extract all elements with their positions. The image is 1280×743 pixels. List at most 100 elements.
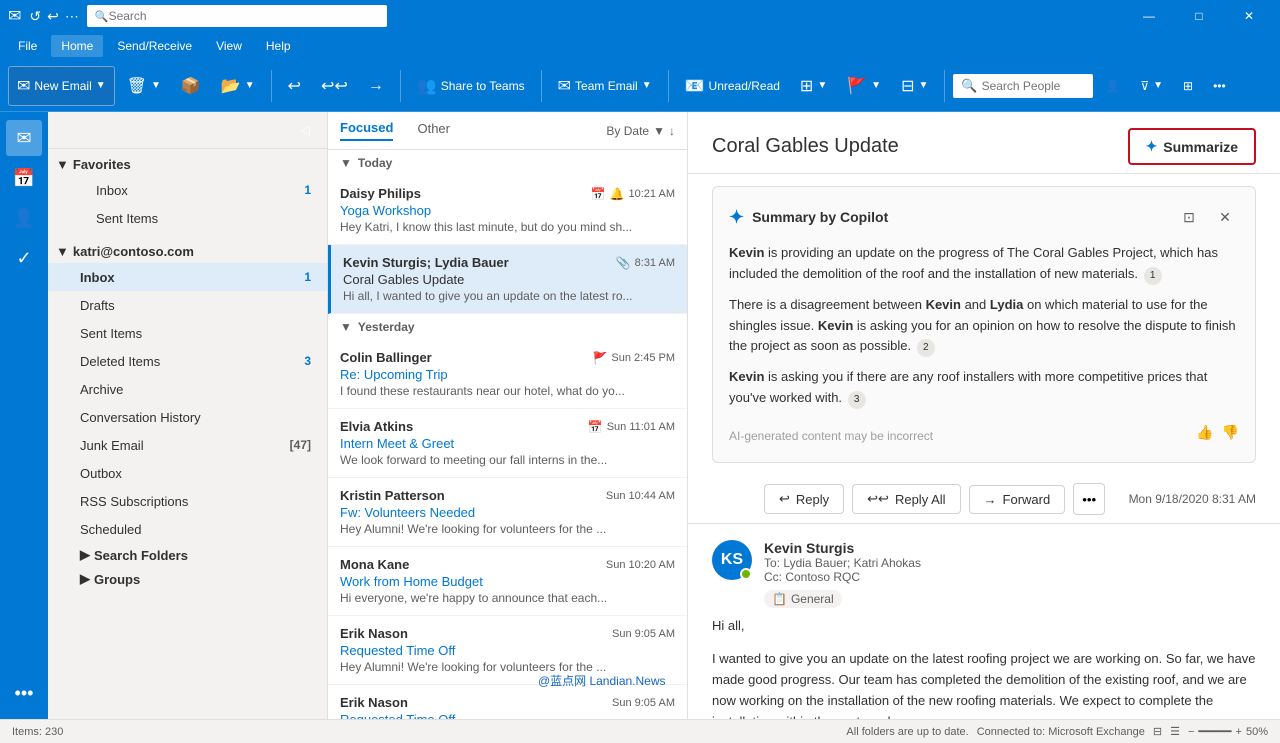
more-toolbar-button[interactable]: ••• xyxy=(1205,66,1234,106)
sender-avatar: KS xyxy=(712,540,752,580)
maximize-button[interactable]: □ xyxy=(1176,0,1222,32)
thumbs-down-button[interactable]: 👎 xyxy=(1222,424,1239,441)
sidebar-collapse-area: ◁ xyxy=(48,112,327,149)
email-item-colin[interactable]: Colin Ballinger 🚩 Sun 2:45 PM Re: Upcomi… xyxy=(328,340,687,409)
title-bar-nav: ↺ ↩ ⋯ xyxy=(29,8,78,25)
teams-icon: 👥 xyxy=(417,76,437,96)
nav-calendar-icon[interactable]: 📅 xyxy=(6,160,42,196)
email-item-kevin[interactable]: Kevin Sturgis; Lydia Bauer 📎 8:31 AM Cor… xyxy=(328,245,687,314)
email-item-daisy[interactable]: Daisy Philips 📅 🔔 10:21 AM Yoga Workshop… xyxy=(328,176,687,245)
move-button[interactable]: 📂 ▼ xyxy=(213,66,263,106)
view-grid-button[interactable]: ⊞ xyxy=(1175,66,1201,106)
sidebar-item-deleted[interactable]: Deleted Items 3 xyxy=(48,347,327,375)
sidebar-item-scheduled[interactable]: Scheduled xyxy=(48,515,327,543)
sidebar-item-sent[interactable]: Sent Items xyxy=(48,319,327,347)
undo-icon[interactable]: ↩ xyxy=(47,8,59,25)
share-to-teams-button[interactable]: 👥 Share to Teams xyxy=(409,66,533,106)
reply-back-button[interactable]: ↩ xyxy=(280,66,309,106)
sidebar-item-drafts[interactable]: Drafts xyxy=(48,291,327,319)
refresh-icon[interactable]: ↺ xyxy=(29,8,41,25)
copilot-expand-button[interactable]: ⊡ xyxy=(1175,203,1203,231)
delete-button[interactable]: 🗑 ▼ xyxy=(119,66,169,106)
minimize-button[interactable]: — xyxy=(1126,0,1172,32)
zoom-decrease-icon[interactable]: − xyxy=(1188,726,1194,738)
sidebar-item-sent-favorites[interactable]: Sent Items xyxy=(48,204,327,232)
title-search-input[interactable] xyxy=(109,9,379,23)
reading-pane-button[interactable]: ⊟ ▼ xyxy=(893,66,936,106)
sidebar-groups[interactable]: ▶ Groups xyxy=(48,567,327,591)
summarize-button[interactable]: ✦ Summarize xyxy=(1128,128,1256,165)
sidebar-item-archive[interactable]: Archive xyxy=(48,375,327,403)
groups-chevron-icon: ▶ xyxy=(80,571,90,587)
search-people-input[interactable] xyxy=(982,79,1086,93)
sidebar-collapse-button[interactable]: ◁ xyxy=(291,116,319,144)
unread-read-button[interactable]: 📧 Unread/Read xyxy=(677,66,788,106)
sort-control[interactable]: By Date ▼ ↓ xyxy=(606,124,675,138)
sidebar-search-folders[interactable]: ▶ Search Folders xyxy=(48,543,327,567)
separator-2 xyxy=(400,70,401,102)
email-group-today[interactable]: ▼ Today xyxy=(328,150,687,176)
email-body-paragraph-1: I wanted to give you an update on the la… xyxy=(712,649,1256,719)
email-item-mona[interactable]: Mona Kane Sun 10:20 AM Work from Home Bu… xyxy=(328,547,687,616)
favorites-header[interactable]: ▼ Favorites xyxy=(48,153,327,176)
filter-button[interactable]: ⊽ ▼ xyxy=(1132,66,1171,106)
attachment-icon: 📎 xyxy=(616,256,631,270)
new-email-button[interactable]: ✉ New Email ▼ xyxy=(8,66,115,106)
account-header[interactable]: ▼ katri@contoso.com xyxy=(48,240,327,263)
email-group-yesterday[interactable]: ▼ Yesterday xyxy=(328,314,687,340)
email-item-kristin[interactable]: Kristin Patterson Sun 10:44 AM Fw: Volun… xyxy=(328,478,687,547)
person-card-button[interactable]: 👤 xyxy=(1097,66,1128,106)
flag-dropdown-icon: ▼ xyxy=(871,80,881,91)
zoom-increase-icon[interactable]: + xyxy=(1236,726,1242,738)
sidebar-item-junk[interactable]: Junk Email [47] xyxy=(48,431,327,459)
thumbs-up-button[interactable]: 👍 xyxy=(1196,424,1213,441)
forward-toolbar-button[interactable]: → xyxy=(360,66,392,106)
close-button[interactable]: ✕ xyxy=(1226,0,1272,32)
more-actions-button[interactable]: ••• xyxy=(1073,483,1105,515)
nav-mail-icon[interactable]: ✉ xyxy=(6,120,42,156)
view-grid-icon: ⊞ xyxy=(1183,79,1193,93)
email-item-elvia[interactable]: Elvia Atkins 📅 Sun 11:01 AM Intern Meet … xyxy=(328,409,687,478)
email-category-tag: 📋 General xyxy=(764,590,842,608)
redo-icon[interactable]: ⋯ xyxy=(65,8,79,25)
reply-back-icon: ↩ xyxy=(288,76,301,96)
email-subject-title: Coral Gables Update xyxy=(712,135,899,158)
copilot-title: ✦ Summary by Copilot xyxy=(729,207,888,228)
sidebar-item-inbox[interactable]: Inbox 1 xyxy=(48,263,327,291)
categories-button[interactable]: ⊞ ▼ xyxy=(792,66,835,106)
menu-view[interactable]: View xyxy=(206,35,252,57)
flag-button[interactable]: 🚩 ▼ xyxy=(839,66,889,106)
sidebar-item-conversation-history[interactable]: Conversation History xyxy=(48,403,327,431)
copilot-close-button[interactable]: ✕ xyxy=(1211,203,1239,231)
team-email-button[interactable]: ✉ Team Email ▼ xyxy=(550,66,660,106)
reply-button[interactable]: ↩ Reply xyxy=(764,484,844,514)
reply-all-button[interactable]: ↩↩ Reply All xyxy=(852,484,960,514)
sidebar-item-outbox[interactable]: Outbox xyxy=(48,459,327,487)
tab-focused[interactable]: Focused xyxy=(340,120,393,141)
sidebar-item-inbox-favorites[interactable]: Inbox 1 xyxy=(48,176,327,204)
bell-icon: 🔔 xyxy=(610,187,625,201)
email-body: Hi all, I wanted to give you an update o… xyxy=(688,616,1280,719)
menu-send-receive[interactable]: Send/Receive xyxy=(107,35,202,57)
copilot-point-1: Kevin is providing an update on the prog… xyxy=(729,243,1239,285)
reading-pane: Coral Gables Update ✦ Summarize ✦ Summar… xyxy=(688,112,1280,719)
email-icons-elvia: 📅 Sun 11:01 AM xyxy=(588,420,675,434)
title-search-box[interactable]: 🔍 xyxy=(87,5,387,27)
email-item-erik-2[interactable]: Erik Nason Sun 9:05 AM Requested Time Of… xyxy=(328,685,687,719)
menu-help[interactable]: Help xyxy=(256,35,301,57)
nav-people-icon[interactable]: 👤 xyxy=(6,200,42,236)
nav-tasks-icon[interactable]: ✓ xyxy=(6,240,42,276)
menu-file[interactable]: File xyxy=(8,35,47,57)
email-actions-bar: ↩ Reply ↩↩ Reply All → Forward ••• Mon 9… xyxy=(688,475,1280,524)
nav-more-icon[interactable]: ••• xyxy=(6,675,42,711)
email-icons-kevin: 📎 8:31 AM xyxy=(616,256,675,270)
menu-home[interactable]: Home xyxy=(51,35,103,57)
favorites-chevron-icon: ▼ xyxy=(56,157,69,172)
sidebar-item-rss[interactable]: RSS Subscriptions xyxy=(48,487,327,515)
copilot-sparkle-icon: ✦ xyxy=(729,207,744,228)
more-actions-icon: ••• xyxy=(1082,492,1096,507)
tab-other[interactable]: Other xyxy=(417,121,450,140)
reply-all-back-button[interactable]: ↩↩ xyxy=(313,66,356,106)
forward-button[interactable]: → Forward xyxy=(969,485,1066,514)
archive-button[interactable]: 📦 xyxy=(173,66,209,106)
